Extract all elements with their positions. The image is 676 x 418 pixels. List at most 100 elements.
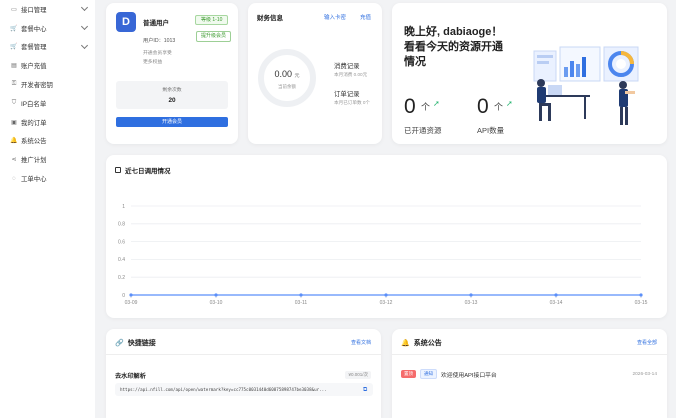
data-point[interactable]	[639, 293, 643, 297]
api-count-unit: 个	[494, 102, 504, 112]
api-icon: ▭	[11, 6, 17, 13]
sidebar-item-label: 开发者密钥	[21, 82, 53, 90]
consume-record-title[interactable]: 消费记录	[334, 61, 360, 70]
trend-up-icon: ➚	[506, 99, 513, 108]
sidebar-item-label: 推广计划	[21, 157, 47, 165]
quick-links-title-wrap: 🔗 快捷链接	[115, 338, 156, 348]
notice-card: 🔔 系统公告 查看全部 置顶 通知 欢迎使用API接口平台 2026-03-14	[392, 329, 667, 418]
user-name: 普通用户	[143, 20, 169, 27]
remaining-count-box: 剩余次数 20	[116, 81, 228, 109]
shield-icon: ⛉	[11, 99, 17, 106]
data-point[interactable]	[384, 293, 388, 297]
balance-ring: 0.00 元 当前余额	[258, 49, 316, 107]
pinned-badge: 置顶	[401, 370, 416, 378]
data-point[interactable]	[214, 293, 218, 297]
quick-link-price: ¥0.001/次	[345, 371, 371, 379]
sidebar-item[interactable]: ⋖ 推广计划	[0, 150, 95, 169]
user-card: D 普通用户 等级 1-10 用户ID：1013 提升级会员 开通会员享受 更多…	[106, 3, 238, 144]
chevron-down-icon	[80, 41, 89, 49]
cart-icon: 🛒	[10, 44, 18, 51]
data-point[interactable]	[469, 293, 473, 297]
quick-link-url-text: https://api.nfill.com/api/open/watermark…	[120, 387, 327, 392]
sidebar-item-label: 我的订单	[21, 119, 47, 127]
sidebar-item[interactable]: 🔔 系统公告	[0, 132, 95, 151]
call-chart-card: 近七日调用情况 0 0.2 0.4 0.6 0.8 1 03-09 03-10 03-11 03-…	[106, 155, 667, 318]
sidebar-item-label: 套餐中心	[21, 25, 47, 33]
avatar: D	[116, 12, 136, 32]
data-point[interactable]	[129, 293, 133, 297]
copy-icon[interactable]: ⧉	[363, 386, 369, 393]
x-tick-label: 03-13	[465, 300, 478, 306]
sidebar-item-label: 系统公告	[21, 138, 47, 146]
sidebar-item-label: IP白名单	[21, 100, 47, 108]
welcome-card: 晚上好, dabiaoge！看看今天的资源开通情况 0 个 ➚ 已开通资源 0 …	[392, 3, 667, 144]
data-point[interactable]	[554, 293, 558, 297]
sidebar-item[interactable]: 🛒 套餐中心	[0, 19, 95, 38]
divider	[392, 354, 667, 355]
api-count-label: API数量	[477, 126, 505, 135]
x-tick-label: 03-11	[295, 300, 308, 306]
sidebar-item-label: 工单中心	[21, 176, 47, 184]
consume-record-sub: 本月消费 0.00元	[334, 72, 368, 77]
quick-links-title: 快捷链接	[127, 340, 156, 347]
y-tick-label: 0.2	[118, 275, 125, 281]
finance-card: 财务信息 输入卡密 充值 0.00 元 当前余额 消费记录 本月消费 0.00元…	[248, 3, 382, 144]
finance-title: 财务信息	[257, 15, 283, 22]
chat-icon: ◌	[12, 175, 16, 182]
api-count-value: 0	[477, 95, 489, 118]
open-membership-button[interactable]: 开通会员	[116, 117, 228, 127]
enter-card-key-link[interactable]: 输入卡密	[324, 13, 346, 21]
sidebar-item[interactable]: ⛉ IP白名单	[0, 94, 95, 113]
chevron-down-icon	[80, 3, 89, 12]
order-record-title[interactable]: 订单记录	[334, 89, 360, 98]
y-tick-label: 1	[122, 204, 125, 210]
wallet-icon: ▤	[11, 63, 17, 70]
notice-item[interactable]: 置顶 通知 欢迎使用API接口平台 2026-03-14	[401, 369, 657, 379]
x-tick-label: 03-10	[210, 300, 223, 306]
sidebar-item-label: 接口管理	[21, 6, 47, 14]
opened-resources-label: 已开通资源	[404, 126, 442, 135]
x-tick-label: 03-14	[550, 300, 563, 306]
recharge-link[interactable]: 充值	[360, 13, 371, 21]
y-tick-label: 0.4	[118, 257, 125, 263]
x-tick-label: 03-09	[125, 300, 138, 306]
member-benefit-text: 开通会员享受	[143, 51, 172, 56]
view-all-link[interactable]: 查看全部	[637, 339, 657, 346]
quick-link-url: https://api.nfill.com/api/open/watermark…	[115, 383, 373, 396]
x-tick-label: 03-15	[635, 300, 648, 306]
divider	[106, 354, 381, 355]
remaining-count-value: 20	[168, 97, 176, 104]
x-tick-label: 03-12	[380, 300, 393, 306]
sidebar-item[interactable]: ◌ 工单中心	[0, 169, 95, 188]
sidebar-item[interactable]: 🛒 套餐管理	[0, 38, 95, 57]
sidebar-item[interactable]: ▣ 我的订单	[0, 113, 95, 132]
view-docs-link[interactable]: 查看文档	[351, 339, 371, 346]
data-point[interactable]	[299, 293, 303, 297]
notice-text: 欢迎使用API接口平台	[441, 372, 497, 379]
y-tick-label: 0	[122, 293, 125, 299]
order-record-sub: 本月已订单数 0个	[334, 100, 370, 105]
notice-date: 2026-03-14	[632, 371, 657, 377]
opened-resources-unit: 个	[421, 102, 431, 112]
member-benefit-text-2: 更多权益	[143, 60, 163, 65]
opened-resources-value: 0	[404, 95, 416, 118]
sidebar: ▭ 接口管理 🛒 套餐中心 🛒 套餐管理 ▤ 账户充值 ⚿ 开发者密钥 ⛉ IP白名单 ▣ 我的订单 🔔 系统…	[0, 0, 95, 418]
sidebar-item[interactable]: ⚿ 开发者密钥	[0, 75, 95, 94]
level-badge: 等级 1-10	[195, 15, 229, 25]
bell-icon: 🔔	[401, 340, 410, 347]
upgrade-button[interactable]: 提升级会员	[196, 31, 232, 42]
sidebar-item-label: 账户充值	[21, 63, 47, 71]
quick-link-name[interactable]: 去水印解析	[115, 371, 146, 380]
notice-type-badge: 通知	[420, 369, 437, 379]
notice-title-wrap: 🔔 系统公告	[401, 338, 442, 348]
link-icon: 🔗	[115, 340, 124, 347]
share-icon: ⋖	[11, 157, 17, 164]
balance-label: 当前余额	[278, 84, 296, 89]
y-tick-label: 0.8	[118, 222, 125, 228]
key-icon: ⚿	[11, 81, 17, 88]
sidebar-item[interactable]: ▭ 接口管理	[0, 0, 95, 19]
order-icon: ▣	[11, 119, 17, 126]
welcome-greeting: 晚上好, dabiaoge！看看今天的资源开通情况	[404, 26, 503, 68]
quick-links-card: 🔗 快捷链接 查看文档 去水印解析 ¥0.001/次 https://api.n…	[106, 329, 381, 418]
sidebar-item[interactable]: ▤ 账户充值	[0, 56, 95, 75]
